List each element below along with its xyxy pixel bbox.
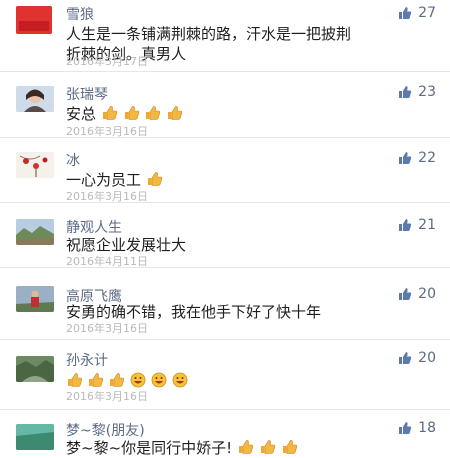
- like-count[interactable]: 23: [398, 84, 436, 100]
- comment-author[interactable]: 静观人生: [66, 217, 122, 237]
- comment-author[interactable]: 雪狼: [66, 4, 94, 24]
- comment-item: 冰 22 一心为员工 2016年3月16日: [0, 138, 450, 203]
- comment-date: 2016年3月16日: [66, 190, 148, 203]
- like-count[interactable]: 20: [398, 350, 436, 366]
- comment-date: 2016年3月16日: [66, 390, 148, 403]
- grin-emoji: [151, 372, 167, 388]
- avatar-photo-icon: [16, 286, 54, 312]
- thumbs-up-icon[interactable]: [398, 151, 412, 165]
- comment-text-body: 梦~黎~你是同行中娇子!: [66, 439, 233, 457]
- comment-text-body: 安总: [66, 105, 97, 123]
- thumbs-up-emoji: [68, 373, 83, 387]
- like-number: 20: [418, 286, 436, 302]
- avatar-flower-icon: [16, 152, 54, 178]
- comment-item: 张瑞琴 23 安总 2016年3月16日: [0, 72, 450, 138]
- like-count[interactable]: 22: [398, 150, 436, 166]
- thumbs-up-icon[interactable]: [398, 421, 412, 435]
- avatar[interactable]: [16, 152, 54, 178]
- comment-date: 2016年3月16日: [66, 125, 148, 138]
- avatar-photo-icon: [16, 86, 54, 112]
- avatar-logo-icon: [16, 6, 52, 34]
- comment-text-line1: 人生是一条铺满荆棘的路，汗水是一把披荆: [66, 25, 352, 43]
- like-number: 18: [418, 420, 436, 436]
- avatar-landscape-icon: [16, 356, 54, 382]
- comment-item: 梦~黎(朋友) 18 梦~黎~你是同行中娇子!: [0, 410, 450, 457]
- comment-item: 雪狼 27 人生是一条铺满荆棘的路，汗水是一把披荆 折棘的剑。真男人 2016年…: [0, 0, 450, 72]
- like-number: 21: [418, 217, 436, 233]
- comment-author[interactable]: 梦~黎(朋友): [66, 420, 145, 440]
- comment-author[interactable]: 张瑞琴: [66, 84, 108, 104]
- thumbs-up-icon[interactable]: [398, 218, 412, 232]
- thumbs-up-emoji: [89, 373, 104, 387]
- like-number: 23: [418, 84, 436, 100]
- thumbs-up-emoji: [110, 373, 125, 387]
- comment-text: 安勇的确不错，我在他手下好了快十年: [66, 303, 322, 321]
- like-count[interactable]: 20: [398, 286, 436, 302]
- comment-item: 静观人生 21 祝愿企业发展壮大 2016年4月11日: [0, 203, 450, 268]
- comment-text: 安总: [66, 104, 426, 124]
- like-count[interactable]: 18: [398, 420, 436, 436]
- like-number: 22: [418, 150, 436, 166]
- thumbs-up-icon[interactable]: [398, 351, 412, 365]
- avatar[interactable]: [16, 6, 52, 34]
- thumbs-up-emoji: [146, 171, 163, 189]
- avatar[interactable]: [16, 86, 54, 112]
- comment-item: 孙永计 20 2016年3月16日: [0, 340, 450, 410]
- like-number: 20: [418, 350, 436, 366]
- grin-emoji: [172, 372, 188, 388]
- comment-author[interactable]: 孙永计: [66, 350, 108, 370]
- like-count[interactable]: 21: [398, 217, 436, 233]
- like-number: 27: [418, 5, 436, 21]
- thumbs-up-emoji: [237, 439, 298, 457]
- grin-emoji: [130, 372, 146, 388]
- comment-item: 高原飞鹰 20 安勇的确不错，我在他手下好了快十年 2016年3月16日: [0, 268, 450, 340]
- thumbs-up-icon[interactable]: [398, 287, 412, 301]
- thumbs-up-icon[interactable]: [398, 6, 412, 20]
- emoji-row: [66, 372, 188, 388]
- avatar[interactable]: [16, 424, 54, 450]
- comment-author[interactable]: 冰: [66, 150, 80, 170]
- avatar-landscape-icon: [16, 219, 54, 245]
- comment-feed: 雪狼 27 人生是一条铺满荆棘的路，汗水是一把披荆 折棘的剑。真男人 2016年…: [0, 0, 450, 457]
- avatar[interactable]: [16, 286, 54, 312]
- avatar[interactable]: [16, 356, 54, 382]
- comment-date: 2016年4月11日: [66, 255, 148, 268]
- comment-text: 梦~黎~你是同行中娇子!: [66, 438, 426, 458]
- thumbs-up-icon[interactable]: [398, 85, 412, 99]
- avatar-photo-icon: [16, 424, 54, 450]
- comment-text: 一心为员工: [66, 170, 426, 190]
- comment-date: 2016年3月17日: [66, 55, 148, 68]
- comment-date: 2016年3月16日: [66, 322, 148, 335]
- comment-text-body: 一心为员工: [66, 171, 142, 189]
- like-count[interactable]: 27: [398, 5, 436, 21]
- thumbs-up-emoji: [101, 105, 183, 123]
- avatar[interactable]: [16, 219, 54, 245]
- comment-text: 祝愿企业发展壮大: [66, 236, 187, 254]
